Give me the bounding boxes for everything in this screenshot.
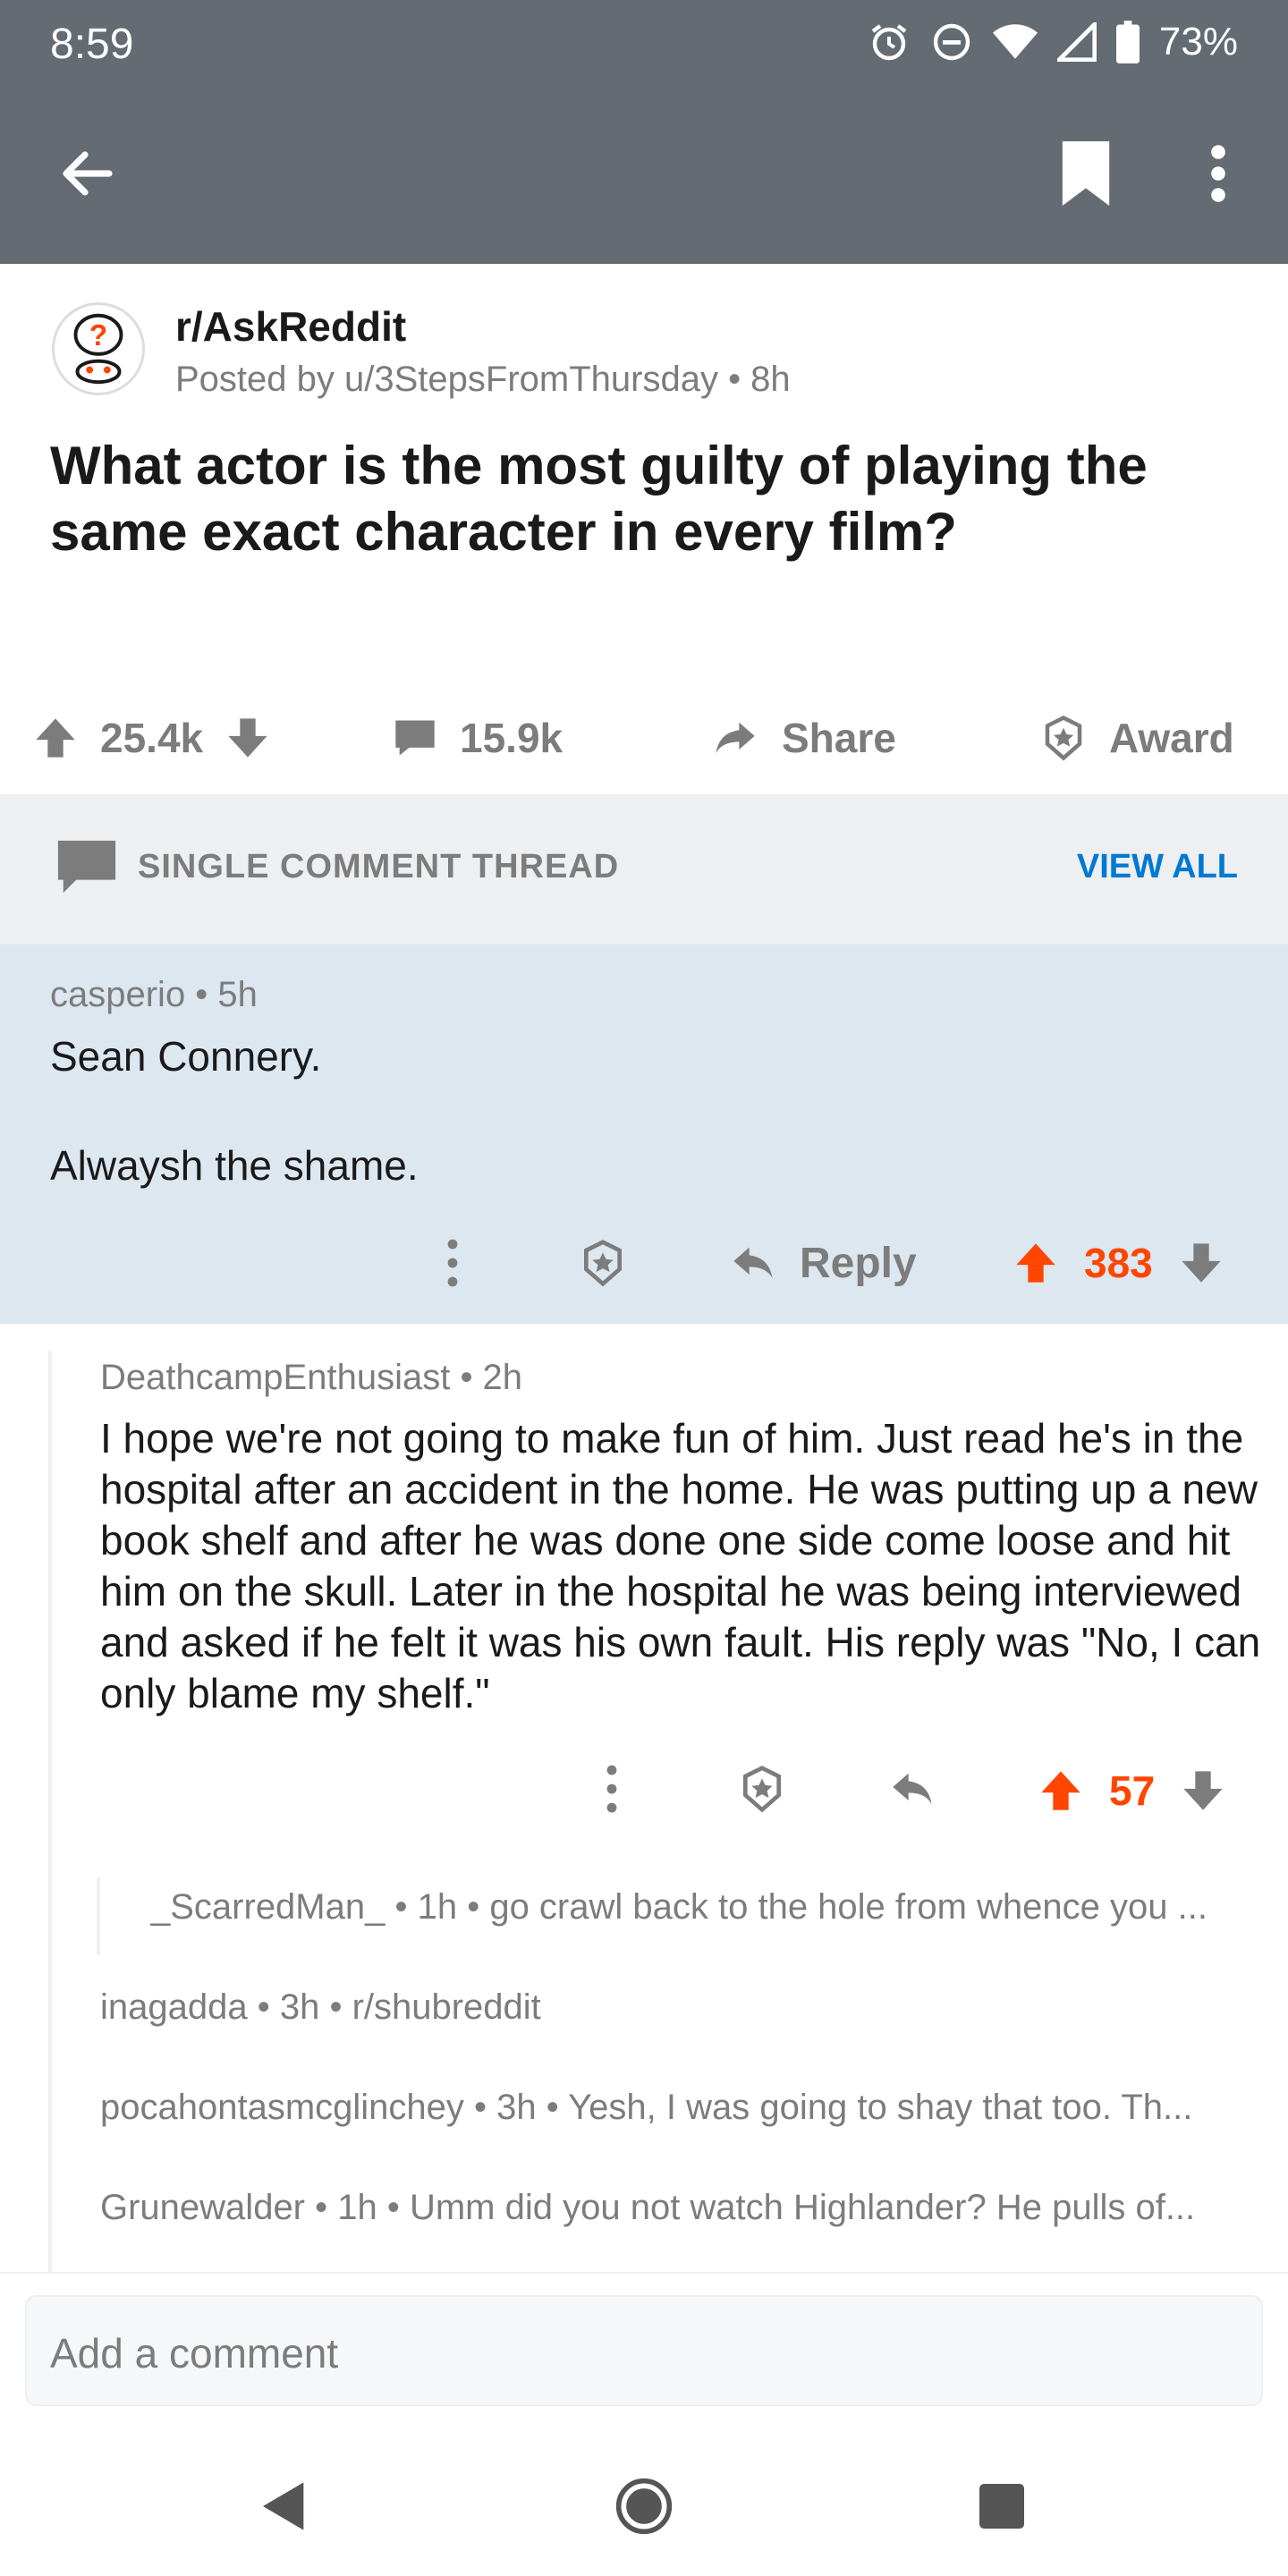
single-thread-label: SINGLE COMMENT THREAD — [138, 848, 620, 886]
svg-text:?: ? — [89, 319, 107, 352]
nav-recents-icon[interactable] — [975, 2479, 1029, 2533]
reply-vote-group: 57 — [1038, 1755, 1226, 1826]
award-icon — [1039, 714, 1088, 762]
reply-more-icon[interactable] — [594, 1757, 630, 1821]
nested-thread-line[interactable] — [97, 1878, 100, 1955]
award-label: Award — [1109, 715, 1234, 761]
share-arrow-icon — [710, 715, 760, 761]
comment-upvote-icon[interactable] — [1013, 1240, 1059, 1286]
reply-body: I hope we're not going to make fun of hi… — [100, 1415, 1261, 1716]
divider — [0, 2272, 1288, 2274]
subreddit-avatar[interactable]: ? — [52, 302, 145, 395]
post-title: What actor is the most guilty of playing… — [50, 436, 1148, 562]
status-time: 8:59 — [50, 21, 134, 68]
comment-count: 15.9k — [460, 715, 564, 761]
reply-upvote-icon[interactable] — [1038, 1767, 1084, 1814]
post-score: 25.4k — [100, 715, 204, 761]
share-label: Share — [782, 715, 896, 761]
view-all-link[interactable]: VIEW ALL — [1077, 848, 1238, 886]
comment-body-line-1: Sean Connery. — [50, 1033, 322, 1080]
comments-button[interactable]: 15.9k — [392, 680, 563, 796]
more-vertical-icon[interactable] — [1199, 141, 1238, 206]
battery-percent: 73% — [1158, 20, 1238, 64]
dnd-icon — [930, 21, 973, 64]
collapsed-comment[interactable]: pocahontasmcglinchey • 3h • Yesh, I was … — [100, 2088, 1241, 2128]
comment-body-line-2: Alwaysh the shame. — [50, 1142, 419, 1189]
comment-downvote-icon[interactable] — [1178, 1240, 1224, 1286]
alarm-icon — [868, 21, 911, 64]
askreddit-logo-icon: ? — [73, 313, 123, 385]
share-button[interactable]: Share — [710, 680, 896, 796]
thread-line[interactable] — [48, 1351, 52, 2272]
comment-score: 383 — [1084, 1240, 1153, 1286]
back-arrow-icon[interactable] — [55, 141, 120, 206]
reply-meta[interactable]: DeathcampEnthusiast • 2h — [100, 1358, 522, 1398]
collapsed-comment[interactable]: Grunewalder • 1h • Umm did you not watch… — [100, 2188, 1241, 2228]
comment-reply-button[interactable]: Reply — [728, 1227, 917, 1299]
status-bar: 8:59 73% — [0, 0, 1288, 89]
post-action-bar: 25.4k 15.9k Share Award — [0, 680, 1288, 796]
award-button[interactable]: Award — [1039, 680, 1234, 796]
collapsed-comment[interactable]: inagadda • 3h • r/shubreddit — [100, 1987, 1241, 2028]
upvote-icon[interactable] — [32, 715, 79, 761]
nav-home-icon[interactable] — [614, 2476, 674, 2537]
comment-award-icon[interactable] — [578, 1238, 628, 1288]
comment-vote-group: 383 — [1013, 1227, 1224, 1299]
system-nav-bar — [0, 2433, 1288, 2576]
status-icons: 73% — [868, 20, 1238, 64]
post-byline: Posted by u/3StepsFromThursday • 8h — [175, 360, 791, 399]
app-bar — [0, 89, 1288, 264]
add-comment-placeholder: Add a comment — [50, 2330, 339, 2377]
nav-back-icon[interactable] — [256, 2478, 313, 2535]
bookmark-icon[interactable] — [1055, 141, 1116, 206]
post-vote-group: 25.4k — [32, 680, 271, 796]
battery-icon — [1115, 21, 1140, 64]
wifi-icon — [992, 22, 1038, 62]
reply-downvote-icon[interactable] — [1180, 1767, 1226, 1814]
reply-score: 57 — [1109, 1767, 1156, 1814]
reply-award-icon[interactable] — [737, 1764, 787, 1814]
comment-bubble-icon — [392, 715, 438, 761]
comment-more-icon[interactable] — [435, 1231, 470, 1295]
thread-comment-icon — [55, 837, 118, 896]
collapsed-comment[interactable]: _ScarredMan_ • 1h • go crawl back to the… — [150, 1887, 1241, 1928]
subreddit-name[interactable]: r/AskReddit — [175, 302, 406, 351]
reply-reply-icon[interactable] — [887, 1766, 937, 1812]
comment-meta[interactable]: casperio • 5h — [50, 975, 258, 1015]
downvote-icon[interactable] — [225, 715, 271, 761]
reply-label: Reply — [800, 1239, 917, 1287]
signal-icon — [1056, 22, 1097, 62]
reply-arrow-icon — [728, 1240, 778, 1286]
